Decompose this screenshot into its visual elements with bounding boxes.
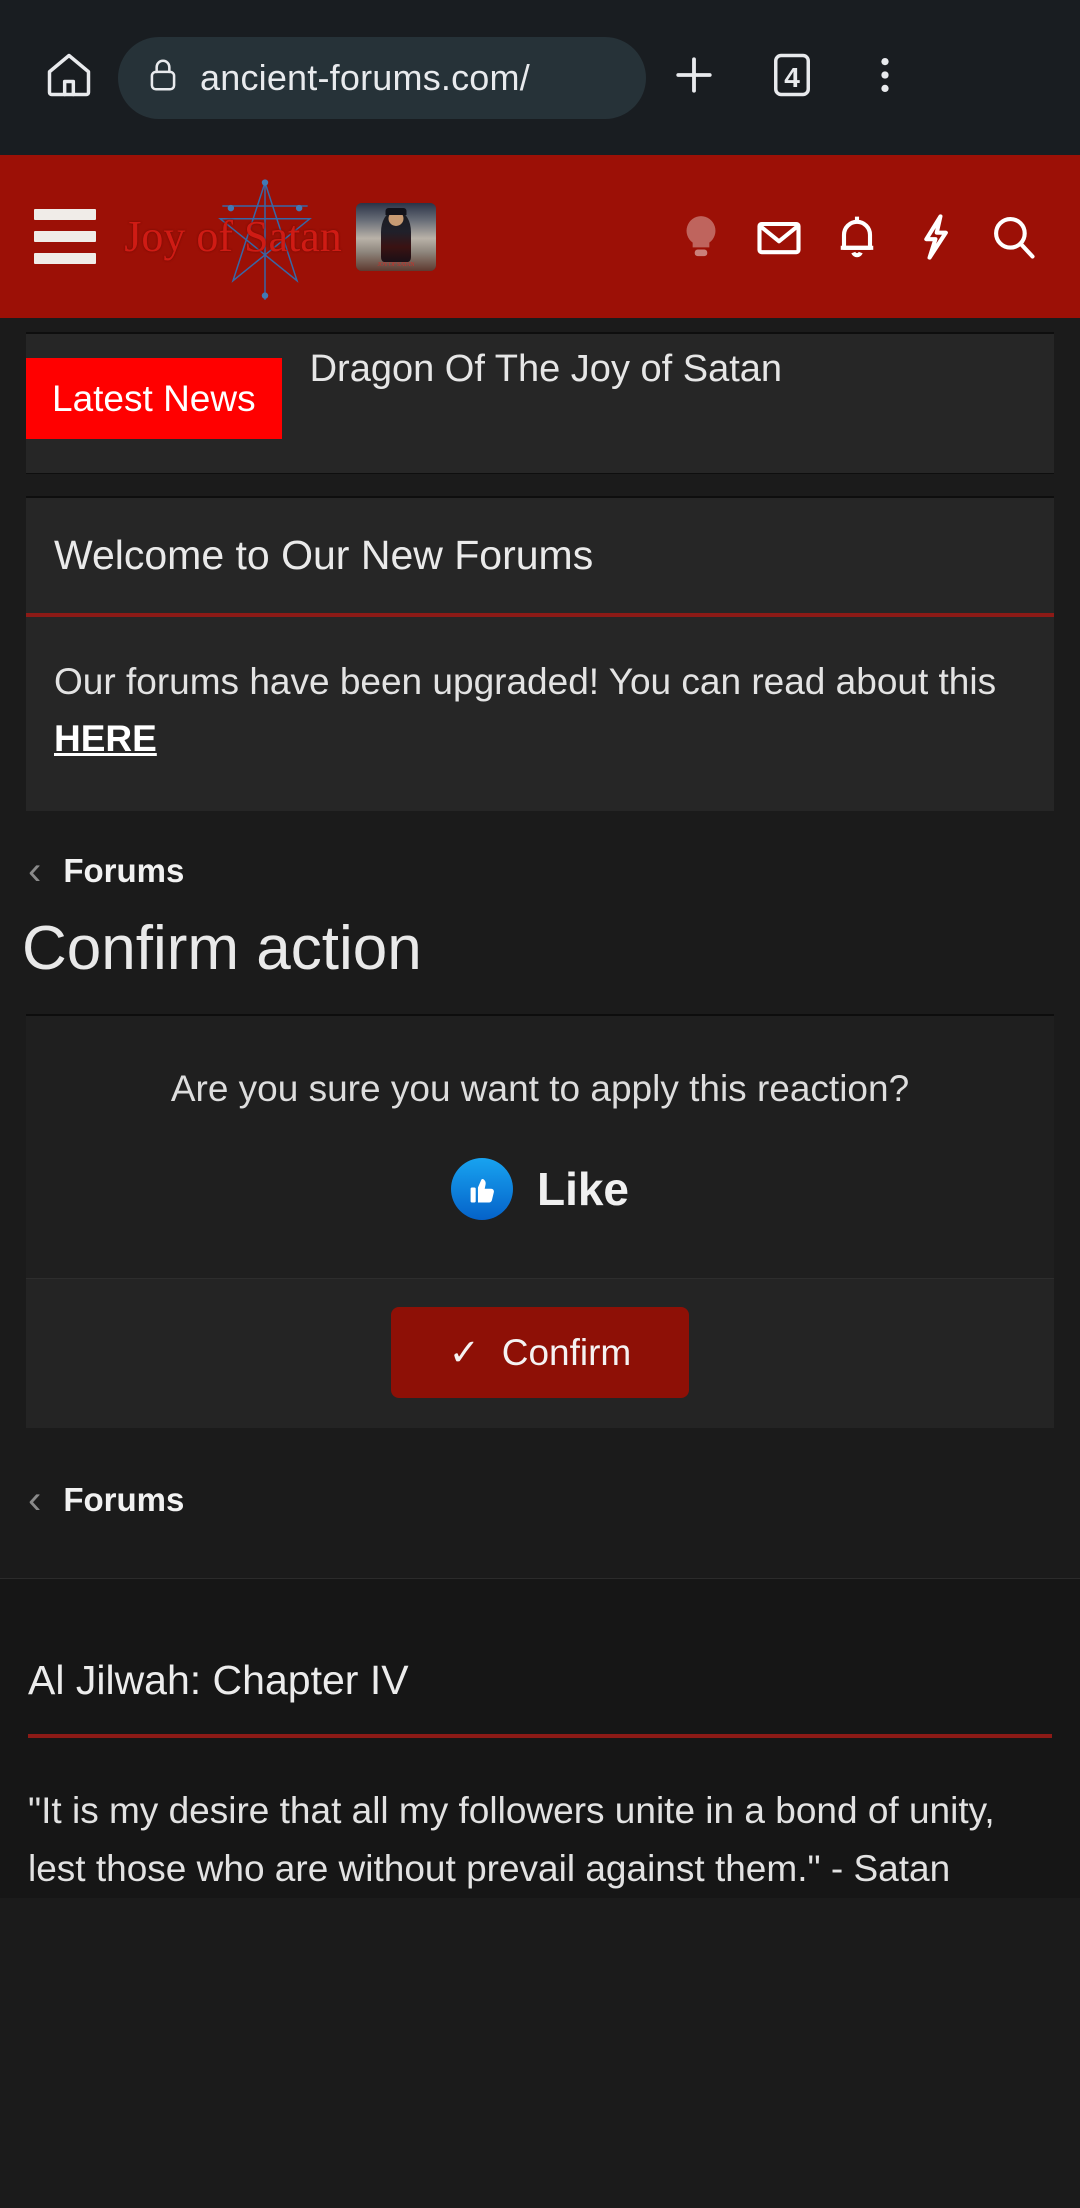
home-button[interactable] bbox=[26, 49, 112, 106]
bell-icon[interactable] bbox=[818, 198, 896, 276]
chevron-left-icon: ‹ bbox=[28, 849, 42, 893]
address-bar[interactable]: ancient-forums.com/ bbox=[118, 36, 646, 119]
notice-here-link[interactable]: HERE bbox=[54, 718, 157, 759]
lock-icon bbox=[144, 56, 182, 99]
url-text: ancient-forums.com/ bbox=[200, 56, 530, 98]
lightning-bolt-icon[interactable] bbox=[896, 198, 974, 276]
thumbs-up-icon bbox=[450, 1158, 513, 1220]
browser-menu-button[interactable] bbox=[842, 52, 928, 103]
hamburger-menu-icon[interactable] bbox=[34, 209, 96, 264]
new-tab-button[interactable] bbox=[646, 48, 742, 107]
latest-news-badge: Latest News bbox=[26, 358, 282, 439]
forum-header: Joy of Satan JOY OF SATAN bbox=[0, 155, 1080, 318]
footer-quote: "It is my desire that all my followers u… bbox=[28, 1790, 995, 1889]
more-vertical-icon bbox=[862, 52, 908, 103]
reaction-row: Like bbox=[46, 1158, 1034, 1220]
site-banner-image[interactable]: JOY OF SATAN bbox=[356, 202, 436, 271]
footer-quote-section: Al Jilwah: Chapter IV "It is my desire t… bbox=[0, 1579, 1080, 1898]
lightbulb-icon[interactable] bbox=[662, 198, 740, 276]
confirm-body: Are you sure you want to apply this reac… bbox=[26, 1016, 1054, 1278]
home-icon bbox=[43, 49, 95, 106]
plus-icon bbox=[667, 48, 721, 107]
reaction-label: Like bbox=[536, 1163, 630, 1215]
search-icon[interactable] bbox=[974, 198, 1052, 276]
chevron-left-icon: ‹ bbox=[28, 1478, 42, 1522]
latest-news-headline[interactable]: Free Donor Article: My Mission & The Gre… bbox=[282, 334, 1054, 398]
header-icon-group bbox=[662, 198, 1052, 276]
notice-title: Welcome to Our New Forums bbox=[26, 498, 1054, 617]
envelope-icon[interactable] bbox=[740, 198, 818, 276]
confirm-question: Are you sure you want to apply this reac… bbox=[170, 1068, 910, 1109]
check-icon: ✓ bbox=[448, 1332, 480, 1373]
confirm-action-card: Are you sure you want to apply this reac… bbox=[26, 1014, 1054, 1428]
confirm-footer: ✓ Confirm bbox=[26, 1278, 1054, 1428]
breadcrumb[interactable]: ‹ Forums bbox=[0, 811, 1080, 907]
site-logo[interactable]: Joy of Satan bbox=[124, 178, 342, 300]
breadcrumb-bottom-forums-link[interactable]: Forums bbox=[63, 1481, 184, 1519]
latest-news-block: Latest News Free Donor Article: My Missi… bbox=[26, 332, 1054, 474]
breadcrumb-bottom[interactable]: ‹ Forums bbox=[0, 1428, 1080, 1579]
breadcrumb-forums-link[interactable]: Forums bbox=[63, 852, 184, 890]
footer-title: Al Jilwah: Chapter IV bbox=[28, 1657, 1052, 1738]
confirm-button[interactable]: ✓ Confirm bbox=[390, 1307, 690, 1398]
confirm-button-label: Confirm bbox=[501, 1331, 632, 1373]
tab-switcher-button[interactable]: 4 bbox=[742, 49, 842, 106]
page-title: Confirm action bbox=[22, 914, 422, 983]
browser-toolbar: ancient-forums.com/ 4 bbox=[0, 0, 1080, 155]
notice-body: Our forums have been upgraded! You can r… bbox=[26, 617, 1054, 811]
welcome-notice: Welcome to Our New Forums Our forums hav… bbox=[26, 496, 1054, 811]
page-content: Latest News Free Donor Article: My Missi… bbox=[0, 332, 1080, 1898]
site-logo-text: Joy of Satan bbox=[124, 212, 342, 261]
tab-count-label: 4 bbox=[784, 61, 800, 93]
notice-body-text: Our forums have been upgraded! You can r… bbox=[54, 661, 997, 702]
